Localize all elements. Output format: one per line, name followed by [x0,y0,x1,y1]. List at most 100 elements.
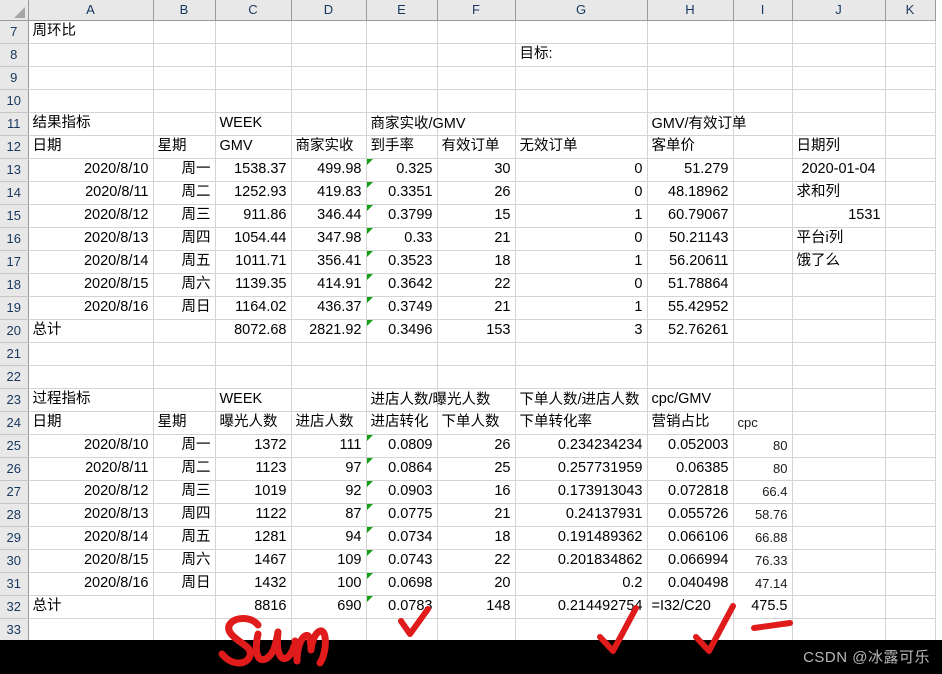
cell-B15[interactable]: 周三 [153,204,216,228]
cell-J8[interactable] [792,43,886,67]
cell-G18[interactable]: 0 [515,273,648,297]
cell-E25[interactable]: 0.0809 [366,434,438,458]
cell-H29[interactable]: 0.066106 [647,526,734,550]
cell-H9[interactable] [647,66,734,90]
cell-F19[interactable]: 21 [437,296,516,320]
cell-G12[interactable]: 无效订单 [515,135,648,159]
column-header-f[interactable]: F [437,0,516,21]
row-header-32[interactable]: 32 [0,595,29,619]
cell-D14[interactable]: 419.83 [291,181,367,205]
cell-J18[interactable] [792,273,886,297]
row-header-17[interactable]: 17 [0,250,29,274]
cell-G30[interactable]: 0.201834862 [515,549,648,573]
cell-G19[interactable]: 1 [515,296,648,320]
cell-A33[interactable] [28,618,154,642]
column-header-a[interactable]: A [28,0,154,21]
cell-B18[interactable]: 周六 [153,273,216,297]
cell-H31[interactable]: 0.040498 [647,572,734,596]
cell-B9[interactable] [153,66,216,90]
cell-K20[interactable] [885,319,936,343]
cell-F22[interactable] [437,365,516,389]
cell-C18[interactable]: 1139.35 [215,273,292,297]
cell-F25[interactable]: 26 [437,434,516,458]
cell-I14[interactable] [733,181,793,205]
cell-G25[interactable]: 0.234234234 [515,434,648,458]
row-header-13[interactable]: 13 [0,158,29,182]
cell-I27[interactable]: 66.4 [733,480,793,504]
cell-K22[interactable] [885,365,936,389]
cell-D20[interactable]: 2821.92 [291,319,367,343]
cell-B19[interactable]: 周日 [153,296,216,320]
cell-I16[interactable] [733,227,793,251]
cell-D23[interactable] [291,388,367,412]
cell-F16[interactable]: 21 [437,227,516,251]
cell-G10[interactable] [515,89,648,113]
row-header-29[interactable]: 29 [0,526,29,550]
cell-D15[interactable]: 346.44 [291,204,367,228]
row-header-16[interactable]: 16 [0,227,29,251]
cell-G29[interactable]: 0.191489362 [515,526,648,550]
cell-G9[interactable] [515,66,648,90]
cell-H20[interactable]: 52.76261 [647,319,734,343]
cell-E21[interactable] [366,342,438,366]
column-header-g[interactable]: G [515,0,648,21]
cell-K30[interactable] [885,549,936,573]
cell-E14[interactable]: 0.3351 [366,181,438,205]
cell-K33[interactable] [885,618,936,642]
row-header-25[interactable]: 25 [0,434,29,458]
cell-I26[interactable]: 80 [733,457,793,481]
column-header-k[interactable]: K [885,0,936,21]
cell-I33[interactable] [733,618,793,642]
cell-G15[interactable]: 1 [515,204,648,228]
cell-C21[interactable] [215,342,292,366]
cell-I8[interactable] [733,43,793,67]
cell-K7[interactable] [885,20,936,44]
cell-J10[interactable] [792,89,886,113]
cell-C13[interactable]: 1538.37 [215,158,292,182]
cell-A12[interactable]: 日期 [28,135,154,159]
cell-G28[interactable]: 0.24137931 [515,503,648,527]
cell-H15[interactable]: 60.79067 [647,204,734,228]
cell-A10[interactable] [28,89,154,113]
cell-H19[interactable]: 55.42952 [647,296,734,320]
cell-C33[interactable] [215,618,292,642]
cell-K31[interactable] [885,572,936,596]
cell-B30[interactable]: 周六 [153,549,216,573]
row-header-33[interactable]: 33 [0,618,29,642]
cell-F12[interactable]: 有效订单 [437,135,516,159]
cell-D24[interactable]: 进店人数 [291,411,367,435]
cell-F17[interactable]: 18 [437,250,516,274]
cell-D21[interactable] [291,342,367,366]
cell-G17[interactable]: 1 [515,250,648,274]
select-all-corner[interactable] [0,0,29,21]
cell-C24[interactable]: 曝光人数 [215,411,292,435]
cell-J31[interactable] [792,572,886,596]
cell-A30[interactable]: 2020/8/15 [28,549,154,573]
cell-B32[interactable] [153,595,216,619]
cell-K17[interactable] [885,250,936,274]
cell-K29[interactable] [885,526,936,550]
cell-E16[interactable]: 0.33 [366,227,438,251]
cell-G21[interactable] [515,342,648,366]
cell-B29[interactable]: 周五 [153,526,216,550]
cell-I31[interactable]: 47.14 [733,572,793,596]
cell-J28[interactable] [792,503,886,527]
cell-F13[interactable]: 30 [437,158,516,182]
row-header-12[interactable]: 12 [0,135,29,159]
cell-K23[interactable] [885,388,936,412]
cell-A15[interactable]: 2020/8/12 [28,204,154,228]
cell-E12[interactable]: 到手率 [366,135,438,159]
cell-B11[interactable] [153,112,216,136]
cell-E32[interactable]: 0.0783 [366,595,438,619]
cell-B17[interactable]: 周五 [153,250,216,274]
cell-A7[interactable]: 周环比 [28,20,154,44]
cell-B25[interactable]: 周一 [153,434,216,458]
cell-G11[interactable] [515,112,648,136]
cell-B12[interactable]: 星期 [153,135,216,159]
cell-C19[interactable]: 1164.02 [215,296,292,320]
cell-J27[interactable] [792,480,886,504]
cell-E33[interactable] [366,618,438,642]
cell-F7[interactable] [437,20,516,44]
cell-E27[interactable]: 0.0903 [366,480,438,504]
cell-D17[interactable]: 356.41 [291,250,367,274]
